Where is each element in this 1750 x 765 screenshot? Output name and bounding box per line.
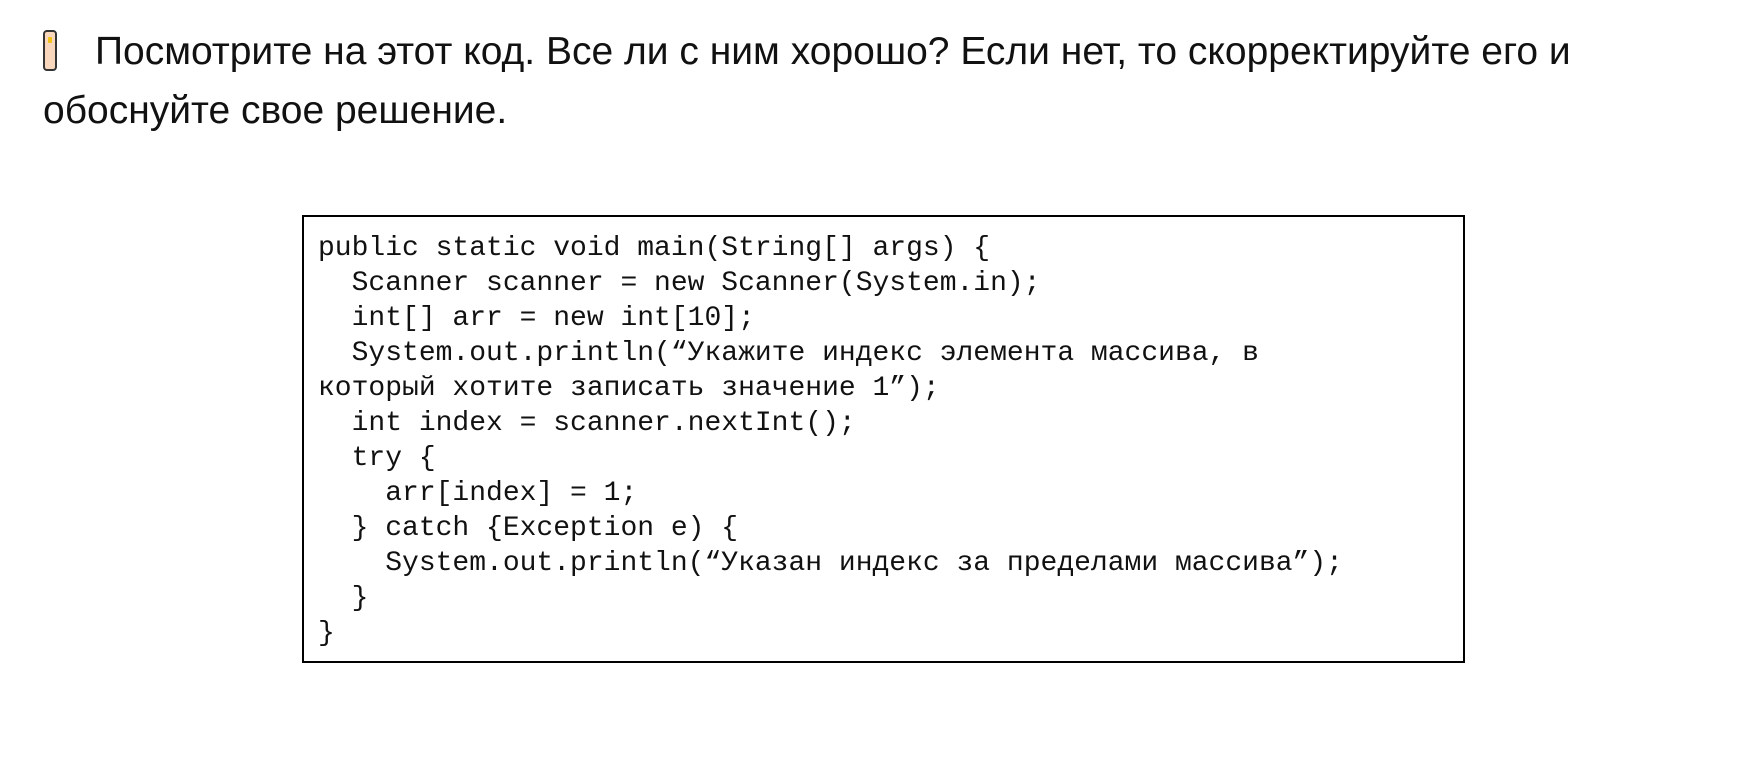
mobile-phone-icon <box>43 30 57 71</box>
code-line: System.out.println(“Укажите индекс элеме… <box>318 338 1259 369</box>
code-line: try { <box>318 443 436 474</box>
question-text: Посмотрите на этот код. Все ли с ним хор… <box>43 30 1571 132</box>
code-line: который хотите записать значение 1”); <box>318 373 940 404</box>
code-line: } catch {Exception e) { <box>318 513 739 544</box>
page: Посмотрите на этот код. Все ли с ним хор… <box>0 0 1750 765</box>
code-line: } <box>318 583 369 614</box>
code-line: } <box>318 618 335 649</box>
code-block: public static void main(String[] args) {… <box>302 215 1465 663</box>
code-line: System.out.println(“Указан индекс за пре… <box>318 548 1343 579</box>
question-paragraph: Посмотрите на этот код. Все ли с ним хор… <box>43 22 1733 140</box>
code-line: int[] arr = new int[10]; <box>318 303 755 334</box>
code-line: public static void main(String[] args) { <box>318 233 991 264</box>
code-line: int index = scanner.nextInt(); <box>318 408 856 439</box>
code-line: arr[index] = 1; <box>318 478 638 509</box>
code-line: Scanner scanner = new Scanner(System.in)… <box>318 268 1041 299</box>
